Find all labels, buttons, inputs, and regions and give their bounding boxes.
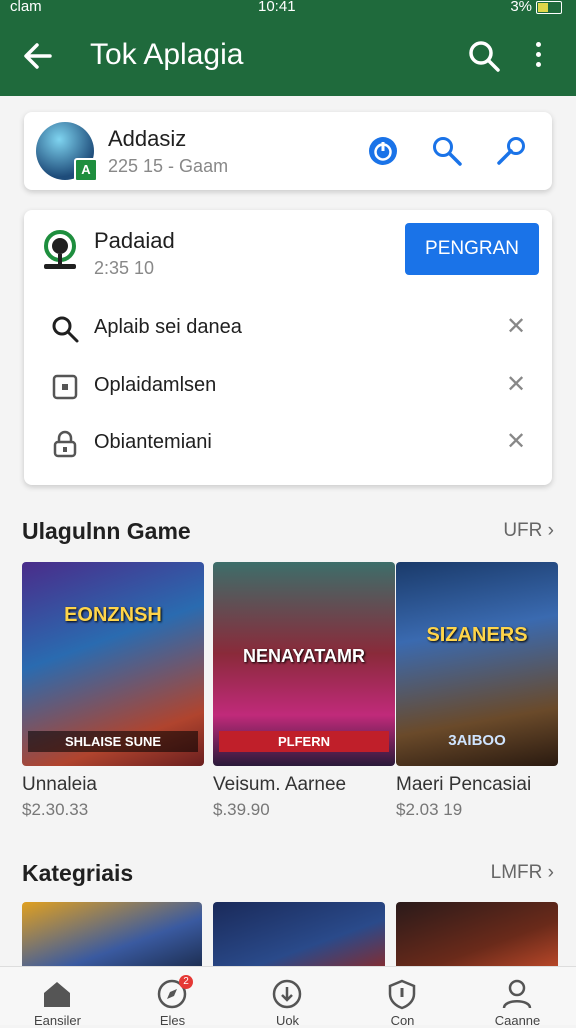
game-thumbnail: SIZANERS 3AIBOO (396, 562, 558, 766)
search-icon[interactable] (466, 38, 502, 79)
status-bar: clam 10:41 3% (0, 0, 576, 16)
avatar-badge: A (74, 158, 98, 182)
tab-label: Caanne (494, 1013, 541, 1028)
tab-explore[interactable]: 2 Eles (115, 967, 230, 1028)
game-price: $2.03 19 (396, 800, 463, 819)
category-tile[interactable] (22, 902, 202, 972)
search-icon[interactable] (430, 134, 464, 168)
key-icon[interactable] (494, 134, 528, 168)
tab-label: Eansiler (34, 1013, 81, 1028)
power-icon[interactable] (366, 134, 400, 168)
game-art-title: NENAYATAMR (242, 646, 366, 666)
tab-home[interactable]: Eansiler (0, 967, 115, 1028)
games-section-title: Ulagulnn Game (22, 518, 191, 544)
bottom-nav: Eansiler 2 Eles Uok Con Caanne (0, 966, 576, 1028)
account-name: Addasiz (108, 126, 187, 151)
game-art-caption: 3AIBOO (448, 732, 506, 749)
category-tile[interactable] (213, 902, 385, 972)
game-art-caption: SHLAISE SUNE (28, 731, 198, 752)
game-card[interactable]: EONZNSH SHLAISE SUNE Unnaleia $2.30.33 (22, 562, 204, 820)
game-name: Unnaleia (22, 774, 97, 795)
search-icon (50, 314, 80, 344)
app-logo-icon (40, 228, 80, 272)
game-price: $2.30.33 (22, 800, 89, 819)
battery-icon (536, 1, 562, 14)
dropdown-title: Padaiad (94, 228, 175, 253)
game-name: Maeri Pencasiai (396, 774, 532, 795)
games-more-link[interactable]: UFR › (503, 520, 554, 542)
page-title: Tok Aplagia (90, 38, 244, 71)
game-thumbnail: EONZNSH SHLAISE SUNE (22, 562, 204, 766)
game-name: Veisum. Aarnee (213, 774, 347, 795)
battery-percent: 3% (510, 0, 532, 15)
shield-icon (388, 979, 416, 1010)
dropdown-item[interactable]: Oplaidamlsen ✕ (24, 358, 552, 414)
tab-account[interactable]: Caanne (460, 967, 575, 1028)
game-art-title: SIZANERS (426, 624, 528, 646)
notification-badge: 2 (179, 975, 193, 989)
game-card[interactable]: SIZANERS 3AIBOO Maeri Pencasiai $2.03 19 (396, 562, 558, 820)
avatar: A (36, 122, 98, 182)
dropdown-menu: Padaiad 2:35 10 PENGRAN Aplaib sei danea… (24, 210, 552, 485)
dropdown-item-label: Oplaidamlsen (94, 374, 217, 396)
dropdown-item[interactable]: Obiantemiani ✕ (24, 415, 552, 471)
category-tile[interactable] (396, 902, 558, 972)
primary-action-button[interactable]: PENGRAN (405, 223, 539, 275)
tab-label: Con (390, 1013, 415, 1028)
game-art-caption: PLFERN (219, 731, 389, 752)
account-subtitle: 225 15 - Gaam (108, 156, 229, 176)
dropdown-subtitle: 2:35 10 (94, 258, 155, 278)
tab-label: Uok (275, 1013, 300, 1028)
game-thumbnail: NENAYATAMR PLFERN (213, 562, 395, 766)
close-icon[interactable]: ✕ (506, 427, 526, 456)
lock-icon (50, 429, 80, 459)
square-icon (50, 372, 80, 402)
person-icon (502, 979, 532, 1009)
more-vert-icon[interactable] (530, 38, 546, 74)
tab-security[interactable]: Con (345, 967, 460, 1028)
game-art-title: EONZNSH (64, 604, 162, 626)
carrier-label: clam (10, 0, 42, 15)
tab-label: Eles (159, 1013, 186, 1028)
account-card[interactable]: A Addasiz 225 15 - Gaam (24, 112, 552, 190)
categories-more-link[interactable]: LMFR › (491, 862, 554, 884)
categories-section-title: Kategriais (22, 860, 134, 886)
close-icon[interactable]: ✕ (506, 370, 526, 399)
download-icon (272, 979, 302, 1009)
home-icon (44, 982, 70, 1007)
back-arrow-icon[interactable] (20, 38, 56, 74)
app-bar: Tok Aplagia (0, 16, 576, 96)
game-card[interactable]: NENAYATAMR PLFERN Veisum. Aarnee $.39.90 (213, 562, 395, 820)
tab-downloads[interactable]: Uok (230, 967, 345, 1028)
status-time: 10:41 (258, 0, 296, 15)
close-icon[interactable]: ✕ (506, 312, 526, 341)
dropdown-item[interactable]: Aplaib sei danea ✕ (24, 300, 552, 356)
dropdown-item-label: Aplaib sei danea (94, 316, 242, 338)
dropdown-item-label: Obiantemiani (94, 431, 212, 453)
game-price: $.39.90 (213, 800, 270, 819)
